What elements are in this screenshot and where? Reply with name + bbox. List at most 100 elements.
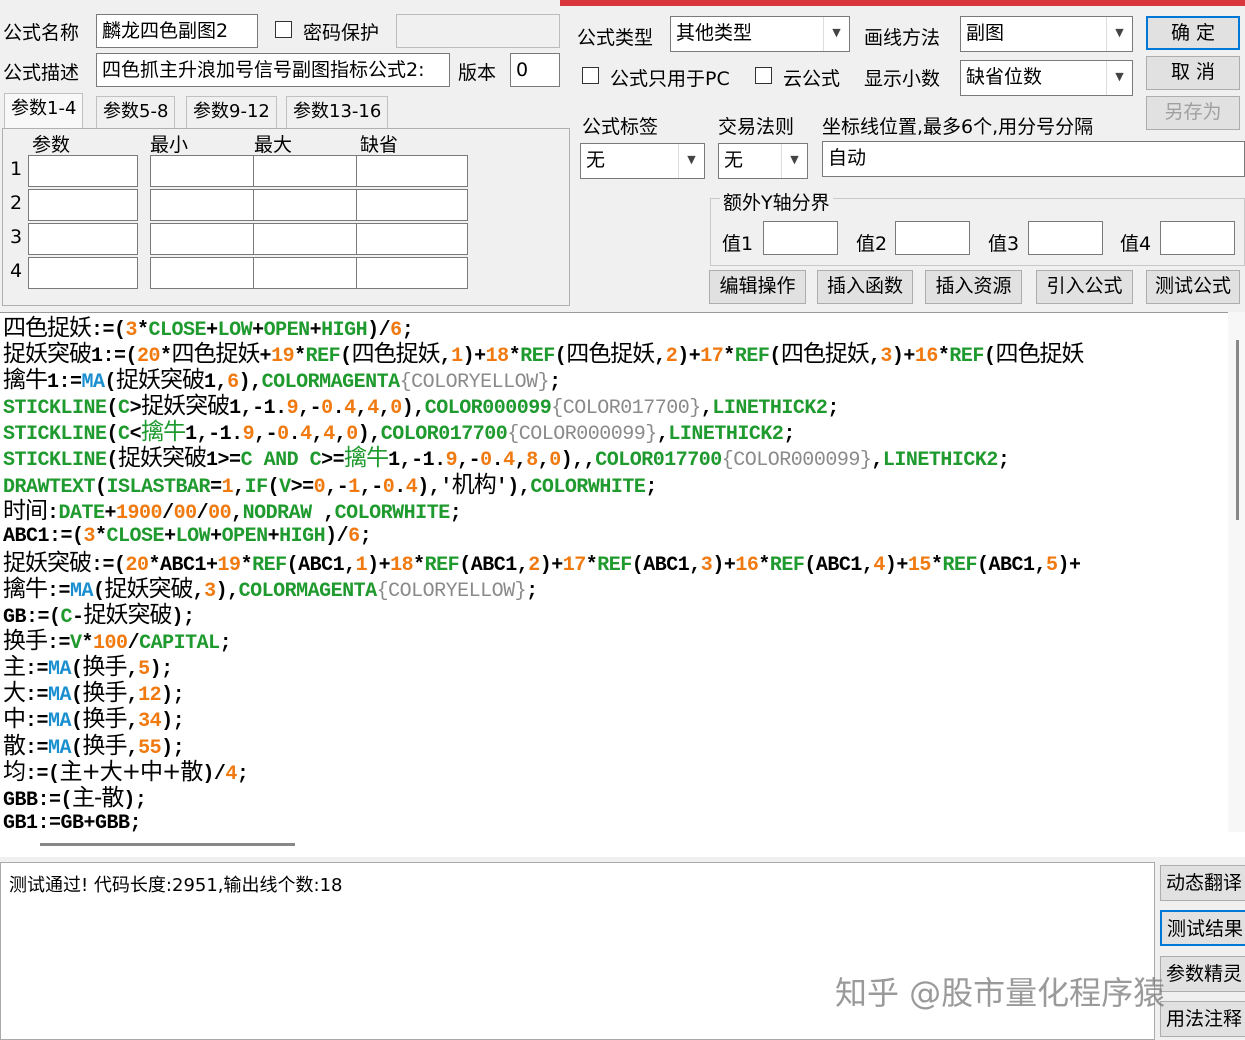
edit-operation-button[interactable]: 编辑操作 <box>709 270 806 304</box>
formula-desc-input[interactable]: 四色抓主升浪加号信号副图指标公式2: <box>96 53 450 87</box>
code-token: )+ <box>367 553 391 577</box>
code-token: >= <box>321 449 345 473</box>
param-max-input[interactable] <box>253 189 365 221</box>
code-token: . <box>288 423 301 447</box>
code-token: , <box>233 475 245 499</box>
code-token: + <box>206 319 218 342</box>
vertical-scroll-thumb[interactable] <box>1236 340 1239 520</box>
param-min-input[interactable] <box>150 189 262 221</box>
code-token: 四色捉妖 <box>3 315 92 341</box>
code-token: , <box>311 501 335 525</box>
code-token: ,- <box>254 423 278 447</box>
param-min-input[interactable] <box>150 155 262 187</box>
v2-input[interactable] <box>895 221 970 255</box>
formula-type-select[interactable]: 其他类型 ▼ <box>670 16 850 52</box>
dynamic-translate-button[interactable]: 动态翻译 <box>1160 865 1245 901</box>
code-token: := <box>25 710 49 734</box>
code-token: (ABC1, <box>976 553 1047 577</box>
rule-select[interactable]: 无 ▼ <box>718 143 808 179</box>
code-token: / <box>127 632 140 656</box>
code-token: , <box>126 658 139 682</box>
v4-input[interactable] <box>1160 221 1235 255</box>
code-token: ); <box>123 788 147 812</box>
code-token: CLOSE <box>106 524 165 548</box>
code-token: 0 <box>321 397 333 421</box>
param-default-input[interactable] <box>356 223 468 255</box>
cloud-checkbox[interactable] <box>755 67 772 84</box>
param-default-input[interactable] <box>356 155 468 187</box>
param-max-input[interactable] <box>253 155 365 187</box>
usage-notes-button[interactable]: 用法注释 <box>1160 1001 1245 1037</box>
code-token: , <box>231 501 243 525</box>
param-min-input[interactable] <box>150 223 262 255</box>
insert-resource-button[interactable]: 插入资源 <box>925 270 1022 304</box>
code-token: 4 <box>503 449 515 473</box>
code-token: , <box>514 449 527 473</box>
code-token: * <box>81 632 94 656</box>
draw-method-select[interactable]: 副图 ▼ <box>960 16 1133 52</box>
formula-name-input[interactable]: 麟龙四色副图2 <box>96 14 258 48</box>
code-token: := <box>47 579 71 603</box>
param-max-input[interactable] <box>253 223 365 255</box>
code-token: 四色捉妖 <box>351 341 441 368</box>
code-token: ; <box>783 423 795 447</box>
chevron-down-icon: ▼ <box>781 144 807 178</box>
param-name-input[interactable] <box>28 189 138 221</box>
param-name-input[interactable] <box>28 223 138 255</box>
insert-function-button[interactable]: 插入函数 <box>817 270 913 304</box>
import-formula-button[interactable]: 引入公式 <box>1036 270 1133 304</box>
password-checkbox[interactable] <box>275 21 292 38</box>
param-name-input[interactable] <box>28 155 138 187</box>
decimals-select[interactable]: 缺省位数 ▼ <box>960 60 1133 96</box>
param-max-input[interactable] <box>253 257 365 289</box>
code-token: COLOR017700 <box>380 423 508 447</box>
param-row-number: 3 <box>10 226 23 248</box>
axis-input[interactable]: 自动 <box>822 141 1245 177</box>
v1-input[interactable] <box>763 221 838 255</box>
code-token: ; <box>219 632 232 656</box>
code-token: REF <box>424 553 460 577</box>
tab-params-13-16[interactable]: 参数13-16 <box>286 96 389 128</box>
test-formula-button[interactable]: 测试公式 <box>1146 270 1240 304</box>
test-result-button[interactable]: 测试结果 <box>1160 910 1245 946</box>
code-token: ; <box>359 524 372 548</box>
pc-only-checkbox[interactable] <box>582 67 599 84</box>
code-token: + <box>104 501 117 525</box>
code-token: 20 <box>137 345 161 369</box>
code-token: (ABC1, <box>286 553 357 577</box>
code-token: 18 <box>485 345 510 369</box>
code-token: 1900 <box>116 501 163 525</box>
tab-params-9-12[interactable]: 参数9-12 <box>186 96 277 128</box>
param-wizard-button[interactable]: 参数精灵 <box>1160 956 1245 992</box>
version-input[interactable]: 0 <box>510 53 560 87</box>
code-token: )+ <box>884 553 909 577</box>
code-token: ( <box>71 684 83 708</box>
tab-params-1-4[interactable]: 参数1-4 <box>4 93 84 129</box>
param-name-input[interactable] <box>28 257 138 289</box>
ok-button[interactable]: 确 定 <box>1146 16 1240 50</box>
min-header: 最小 <box>150 134 189 156</box>
code-token: 擒牛 <box>3 575 48 602</box>
tab-params-5-8[interactable]: 参数5-8 <box>96 96 176 128</box>
code-line: 中:=MA(换手,34); <box>3 706 1225 734</box>
cancel-button[interactable]: 取 消 <box>1146 56 1240 90</box>
code-token: )/ <box>202 762 226 786</box>
save-as-button[interactable]: 另存为 <box>1146 96 1240 130</box>
tag-select[interactable]: 无 ▼ <box>580 143 705 179</box>
param-min-input[interactable] <box>150 257 262 289</box>
code-token: 1>= <box>206 449 241 473</box>
code-token: , <box>654 345 666 369</box>
code-token: 4 <box>873 553 885 577</box>
code-editor[interactable]: 四色捉妖:=(3*CLOSE+LOW+OPEN+HIGH)/6; 捉妖突破1:=(… <box>0 312 1245 857</box>
cloud-label: 云公式 <box>783 68 841 90</box>
param-default-input[interactable] <box>356 257 468 289</box>
code-token: 1, <box>204 371 228 395</box>
code-token: := <box>25 736 49 760</box>
code-token: 8 <box>526 449 538 473</box>
code-token: ( <box>106 397 119 421</box>
v3-input[interactable] <box>1028 221 1103 255</box>
horizontal-scroll-thumb[interactable] <box>40 843 295 846</box>
param-default-input[interactable] <box>356 189 468 221</box>
code-token: :=( <box>91 553 126 577</box>
code-line: GB1:=GB+GBB; <box>3 811 1225 837</box>
